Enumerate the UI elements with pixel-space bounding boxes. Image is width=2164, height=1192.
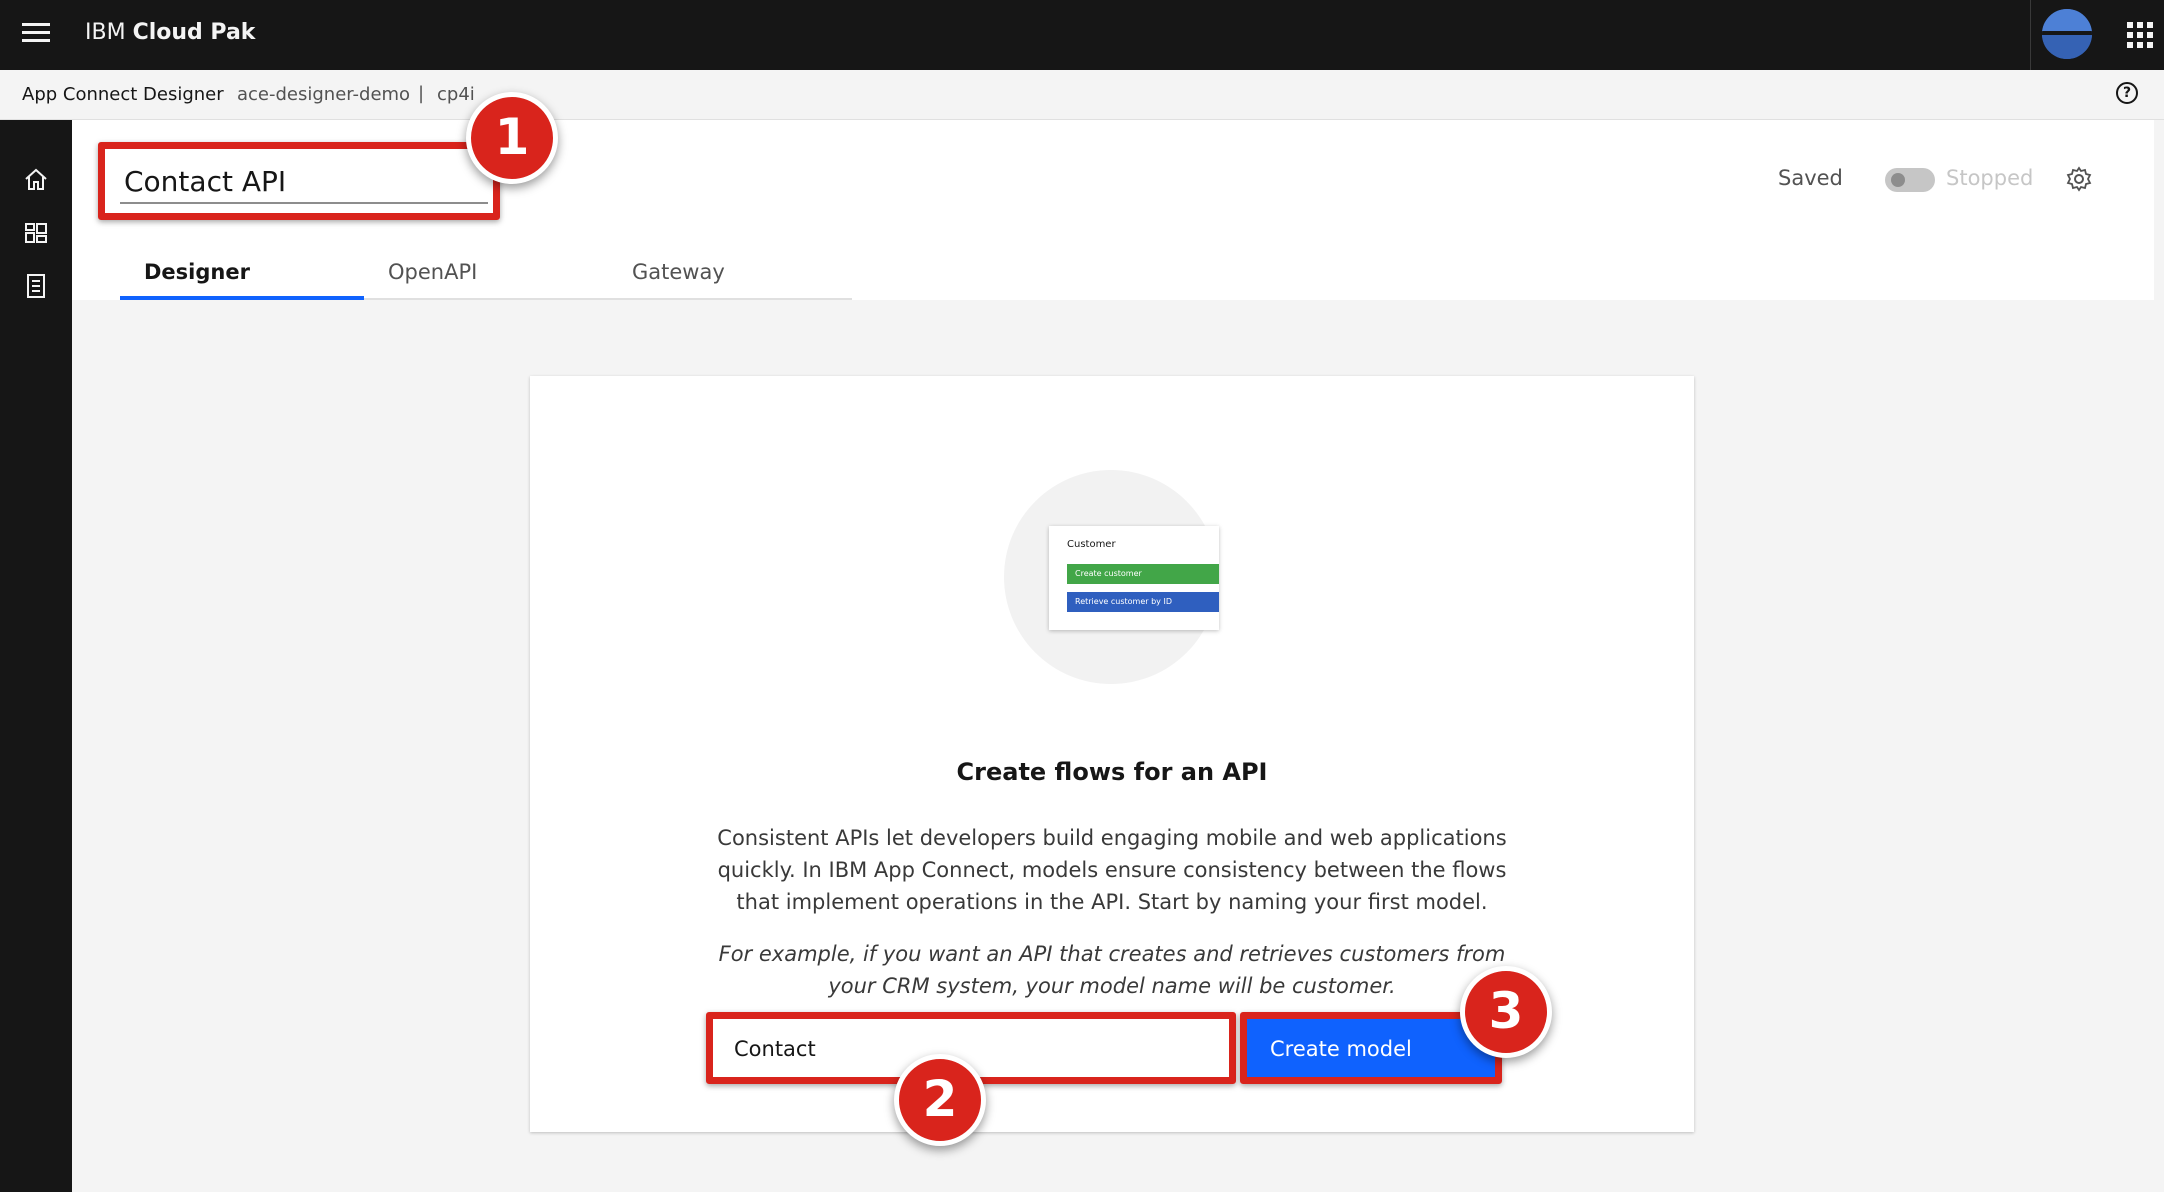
panel-description: Consistent APIs let developers build eng… bbox=[717, 826, 1507, 914]
model-name-input[interactable] bbox=[718, 1024, 1228, 1074]
breadcrumb-bar: App Connect Designer ace-designer-demo |… bbox=[0, 70, 2164, 120]
create-model-button[interactable]: Create model bbox=[1246, 1016, 1496, 1082]
annotation-badge-1: 1 bbox=[466, 92, 558, 184]
api-name-input[interactable] bbox=[120, 160, 488, 204]
dashboard-icon[interactable] bbox=[22, 219, 50, 247]
hamburger-menu-icon[interactable] bbox=[22, 22, 50, 44]
breadcrumb-separator: | bbox=[418, 83, 425, 104]
annotation-badge-2: 2 bbox=[894, 1054, 986, 1146]
run-status-label: Stopped bbox=[1946, 166, 2034, 190]
tab-openapi[interactable]: OpenAPI bbox=[364, 252, 608, 300]
annotation-badge-3: 3 bbox=[1460, 966, 1552, 1058]
gear-icon[interactable] bbox=[2066, 166, 2092, 192]
top-bar: IBM Cloud Pak bbox=[0, 0, 2164, 70]
save-status: Saved bbox=[1778, 166, 1843, 190]
run-toggle[interactable] bbox=[1885, 168, 1935, 192]
brand-prefix: IBM bbox=[85, 20, 126, 45]
product-brand[interactable]: IBM Cloud Pak bbox=[85, 20, 255, 45]
panel-example: For example, if you want an API that cre… bbox=[718, 942, 1506, 998]
home-icon[interactable] bbox=[22, 166, 50, 194]
topbar-divider bbox=[2030, 0, 2031, 70]
tab-designer[interactable]: Designer bbox=[120, 252, 364, 300]
catalog-icon[interactable] bbox=[22, 272, 50, 300]
help-icon[interactable]: ? bbox=[2116, 82, 2138, 104]
side-nav bbox=[0, 120, 72, 1192]
illustration-create-row: Create customer bbox=[1067, 564, 1219, 584]
user-avatar-icon[interactable] bbox=[2042, 9, 2092, 59]
panel-heading: Create flows for an API bbox=[956, 758, 1268, 786]
brand-name: Cloud Pak bbox=[132, 20, 256, 45]
illustration-title: Customer bbox=[1067, 539, 1116, 550]
app-name[interactable]: App Connect Designer bbox=[22, 84, 224, 105]
app-switcher-icon[interactable] bbox=[2127, 22, 2153, 48]
namespace-name: cp4i bbox=[437, 84, 475, 105]
tab-gateway[interactable]: Gateway bbox=[608, 252, 852, 300]
instance-name: ace-designer-demo bbox=[237, 84, 411, 105]
illustration-retrieve-row: Retrieve customer by ID bbox=[1067, 592, 1219, 612]
